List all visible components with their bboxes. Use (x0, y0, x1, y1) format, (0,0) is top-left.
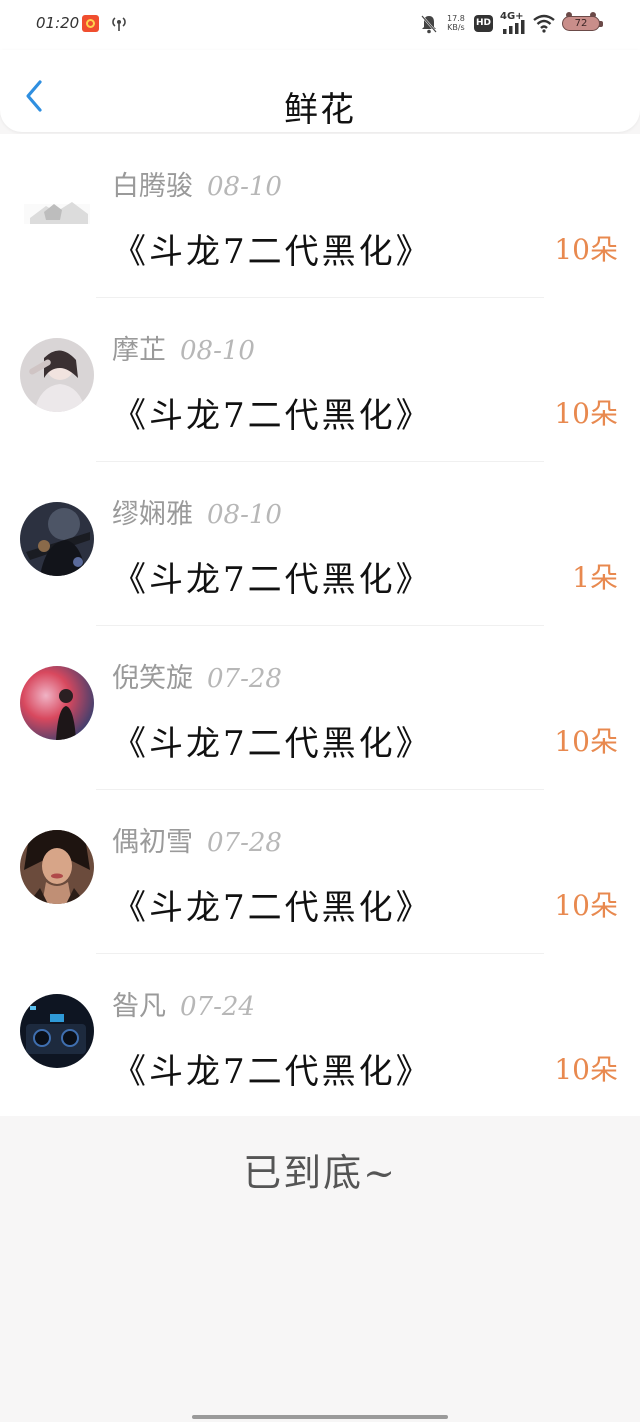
sender-name: 昝凡 (112, 991, 166, 1022)
hotspot-icon (112, 17, 126, 31)
battery-tip (599, 21, 603, 27)
avatar (20, 830, 94, 904)
sender-info: 缪娴雅 08-10 (112, 492, 282, 531)
battery-icon: 72 (562, 12, 604, 33)
gift-date: 07-28 (207, 664, 282, 694)
app-notification-icon (82, 15, 99, 32)
sender-info: 昝凡 07-24 (112, 984, 255, 1023)
book-title: 《斗龙7二代黑化》 (112, 1052, 433, 1092)
avatar-image (20, 666, 94, 740)
flower-count: 1朵 (572, 561, 618, 594)
bell-muted-icon (421, 15, 437, 34)
sender-info: 白腾骏 08-10 (112, 164, 282, 203)
list-item[interactable]: 倪笑旋 07-28 《斗龙7二代黑化》 10朵 (0, 626, 640, 790)
network-speed-value: 17.8 (447, 14, 465, 23)
network-speed: 17.8 KB/s (447, 14, 465, 32)
gift-date: 08-10 (207, 500, 282, 530)
status-bar: 01:20 17.8 KB/s HD 4G+ 72 (0, 0, 640, 50)
flower-count: 10朵 (554, 725, 618, 758)
sender-name: 偶初雪 (112, 827, 193, 858)
hd-badge: HD (474, 15, 493, 32)
avatar-image (20, 994, 94, 1068)
avatar-image (20, 338, 94, 412)
avatar (20, 502, 94, 576)
list-item[interactable]: 摩芷 08-10 《斗龙7二代黑化》 10朵 (0, 298, 640, 462)
gift-date: 07-28 (207, 828, 282, 858)
flower-count: 10朵 (554, 889, 618, 922)
battery-level: 72 (574, 18, 588, 29)
book-title: 《斗龙7二代黑化》 (112, 888, 433, 928)
list-item[interactable]: 缪娴雅 08-10 《斗龙7二代黑化》 1朵 (0, 462, 640, 626)
network-speed-unit: KB/s (447, 23, 465, 32)
end-of-list-text: 已到底~ (243, 1151, 397, 1195)
sender-name: 缪娴雅 (112, 499, 193, 530)
sender-info: 倪笑旋 07-28 (112, 656, 282, 695)
book-title: 《斗龙7二代黑化》 (112, 396, 433, 436)
book-title: 《斗龙7二代黑化》 (112, 724, 433, 764)
status-time: 01:20 (36, 14, 80, 32)
home-indicator[interactable] (192, 1415, 448, 1419)
avatar-image (20, 830, 94, 904)
flower-gift-list: 白腾骏 08-10 《斗龙7二代黑化》 10朵 摩芷 08-10 《斗龙7二代黑化》… (0, 134, 640, 1116)
page-title: 鲜花 (284, 90, 356, 130)
sender-info: 偶初雪 07-28 (112, 820, 282, 859)
list-item[interactable]: 偶初雪 07-28 《斗龙7二代黑化》 10朵 (0, 790, 640, 954)
list-item[interactable]: 昝凡 07-24 《斗龙7二代黑化》 10朵 (0, 954, 640, 1118)
flower-count: 10朵 (554, 1053, 618, 1086)
flower-count: 10朵 (554, 397, 618, 430)
sender-name: 白腾骏 (112, 171, 193, 202)
avatar-image (20, 502, 94, 576)
sender-name: 摩芷 (112, 335, 166, 366)
gift-date: 07-24 (180, 992, 255, 1022)
list-item[interactable]: 白腾骏 08-10 《斗龙7二代黑化》 10朵 (0, 134, 640, 298)
sender-name: 倪笑旋 (112, 663, 193, 694)
sender-info: 摩芷 08-10 (112, 328, 255, 367)
gift-date: 08-10 (180, 336, 255, 366)
avatar (20, 174, 94, 248)
avatar-placeholder-icon (24, 202, 90, 224)
book-title: 《斗龙7二代黑化》 (112, 232, 433, 272)
avatar (20, 994, 94, 1068)
signal-icon (503, 20, 525, 34)
avatar (20, 338, 94, 412)
wifi-icon (533, 14, 555, 33)
flower-count: 10朵 (554, 233, 618, 266)
book-title: 《斗龙7二代黑化》 (112, 560, 433, 600)
app-header: 鲜花 (0, 50, 640, 132)
avatar (20, 666, 94, 740)
gift-date: 08-10 (207, 172, 282, 202)
